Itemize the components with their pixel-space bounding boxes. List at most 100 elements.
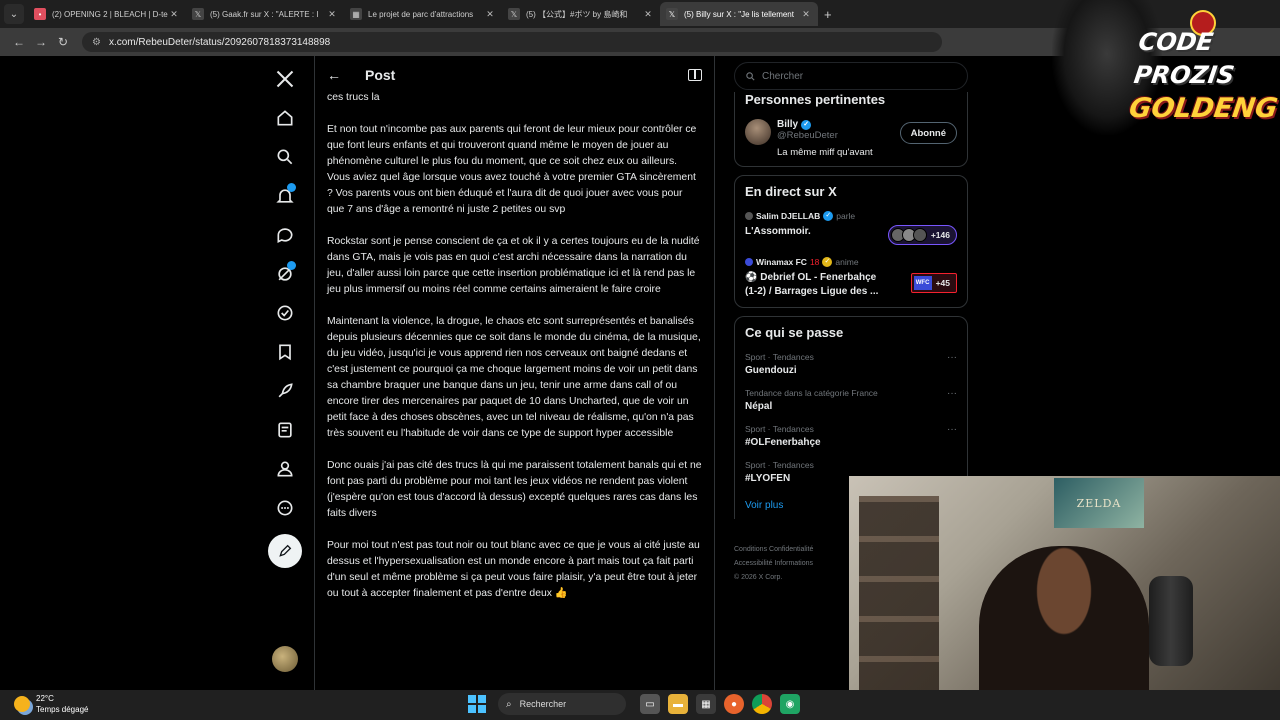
windows-start-icon[interactable] (468, 695, 486, 713)
relevant-person[interactable]: Billy ✓ @RebeuDeter La même miff qu'avant… (745, 119, 957, 158)
close-tab-icon[interactable]: ✕ (484, 9, 496, 20)
quill-icon (279, 544, 292, 557)
host-avatar (745, 212, 753, 220)
trend-category: Sport · Tendances (745, 460, 814, 470)
post-text: ces trucs la Et non tout n'incombe pas a… (315, 90, 714, 602)
chrome-icon[interactable] (752, 694, 772, 714)
promo-code-logo: CODE PROZIS GOLDENG (1127, 28, 1280, 124)
taskbar-apps: ⌕ Rechercher ▭ ▬ ▦ ● ◉ (468, 693, 804, 715)
wfc-logo: WFC (913, 276, 932, 290)
more-icon[interactable]: ··· (947, 352, 957, 363)
x-logo-icon: 𝕏 (192, 8, 204, 20)
file-explorer-icon[interactable]: ▬ (668, 694, 688, 714)
x-logo-icon: 𝕏 (666, 8, 678, 20)
close-tab-icon[interactable]: ✕ (326, 9, 338, 20)
speaker-icon: • (34, 8, 46, 20)
following-button[interactable]: Abonné (899, 122, 957, 144)
live-status: anime (835, 257, 859, 267)
tab-search-button[interactable]: ⌄ (4, 4, 24, 24)
trend-item[interactable]: Sport · Tendances Guendouzi ··· (745, 352, 957, 376)
profile-icon[interactable] (269, 453, 301, 485)
webcam-feed: ZELDA (849, 476, 1280, 720)
live-title: L'Assommoir. (745, 226, 811, 237)
weather-widget[interactable]: 22°C Temps dégagé (14, 693, 88, 715)
back-arrow-icon[interactable]: ← (8, 35, 30, 49)
live-panel: En direct sur X Salim DJELLAB ✓ parle L'A… (734, 175, 968, 308)
post-paragraph: Donc ouais j'ai pas cité des trucs là qu… (327, 460, 702, 519)
reload-icon[interactable]: ↻ (52, 35, 74, 49)
url-field[interactable]: ⚙ x.com/RebeuDeter/status/20926078183731… (82, 32, 942, 52)
search-placeholder: Chercher (762, 70, 804, 82)
store-icon[interactable]: ▦ (696, 694, 716, 714)
tab-title: (2) OPENING 2 | BLEACH | D-te (52, 9, 168, 19)
app-icon[interactable]: ◉ (780, 694, 800, 714)
person-handle: @RebeuDeter (777, 130, 838, 141)
browser-tab[interactable]: 𝕏 (5) 【公式】#ボツ by 島崎和 ✕ (502, 2, 660, 26)
more-icon[interactable]: ··· (947, 424, 957, 435)
avatar[interactable] (745, 119, 771, 145)
search-icon[interactable] (269, 141, 301, 173)
browser-tab-active[interactable]: 𝕏 (5) Billy sur X : "Je lis tellement ✕ (660, 2, 818, 26)
weather-sun-icon (14, 696, 30, 712)
search-input[interactable]: Chercher (734, 62, 968, 90)
grok-icon[interactable] (269, 258, 301, 290)
firefox-icon[interactable]: ● (724, 694, 744, 714)
trend-item[interactable]: Sport · Tendances #OLFenerbahçe ··· (745, 424, 957, 448)
browser-tab[interactable]: 𝕏 (5) Gaak.fr sur X : "ALERTE : I ✕ (186, 2, 344, 26)
post-paragraph: ces trucs la (327, 92, 380, 103)
person-bio: La même miff qu'avant (777, 147, 873, 158)
back-arrow-icon[interactable]: ← (327, 67, 351, 83)
listeners-pill[interactable]: WFC +45 (910, 273, 957, 293)
new-tab-icon[interactable]: + (824, 7, 832, 22)
account-avatar[interactable] (272, 646, 298, 672)
live-title: ⚽ Debrief OL - Fenerbahçe (1-2) / Barrag… (745, 272, 879, 297)
articles-icon[interactable] (269, 414, 301, 446)
compose-post-button[interactable] (268, 534, 302, 568)
weather-desc: Temps dégagé (36, 705, 89, 714)
reader-mode-icon[interactable] (688, 69, 702, 81)
browser-tab[interactable]: ▦ Le projet de parc d'attractions ✕ (344, 2, 502, 26)
site-info-icon[interactable]: ⚙ (92, 37, 101, 48)
live-host: Salim DJELLAB ✓ parle (745, 211, 957, 221)
tab-title: Le projet de parc d'attractions (368, 9, 474, 19)
weather-temp: 22°C (36, 694, 54, 703)
more-icon[interactable]: ··· (947, 388, 957, 399)
tab-title: (5) Billy sur X : "Je lis tellement (684, 9, 794, 19)
bookmark-icon[interactable] (269, 336, 301, 368)
verified-badge-icon: ✓ (801, 119, 812, 130)
microphone (1149, 576, 1193, 666)
post-paragraph: Et non tout n'incombe pas aux parents qu… (327, 124, 697, 215)
windows-taskbar: 22°C Temps dégagé ⌕ Rechercher ▭ ▬ ▦ ● ◉ (0, 690, 1280, 720)
taskbar-search[interactable]: ⌕ Rechercher (498, 693, 626, 715)
live-item[interactable]: Winamax FC 18 ✓ anime ⚽ Debrief OL - Fen… (745, 257, 957, 299)
home-icon[interactable] (269, 102, 301, 134)
trend-item[interactable]: Tendance dans la catégorie France Népal … (745, 388, 957, 412)
messages-icon[interactable] (269, 219, 301, 251)
close-tab-icon[interactable]: ✕ (168, 9, 180, 20)
x-logo-icon[interactable] (269, 63, 301, 95)
post-header: ← Post (315, 56, 714, 94)
x-logo-icon: 𝕏 (508, 8, 520, 20)
site-favicon-icon: ▦ (350, 8, 362, 20)
rocket-icon[interactable] (269, 375, 301, 407)
task-view-icon[interactable]: ▭ (640, 694, 660, 714)
panel-title: Personnes pertinentes (745, 92, 886, 107)
page-title: Post (365, 67, 396, 83)
browser-tab[interactable]: • (2) OPENING 2 | BLEACH | D-te ✕ (28, 2, 186, 26)
search-icon: ⌕ (506, 698, 512, 710)
notification-badge (287, 183, 296, 192)
premium-verified-icon[interactable] (269, 297, 301, 329)
person-info: Billy ✓ @RebeuDeter La même miff qu'avant (777, 119, 900, 158)
host-avatar (745, 258, 753, 266)
person-name[interactable]: Billy ✓ (777, 119, 900, 130)
notification-dot (287, 261, 296, 270)
listeners-pill[interactable]: +146 (887, 225, 957, 245)
panel-title: Ce qui se passe (745, 325, 844, 340)
notifications-bell-icon[interactable] (269, 180, 301, 212)
close-tab-icon[interactable]: ✕ (642, 9, 654, 20)
close-tab-icon[interactable]: ✕ (800, 9, 812, 20)
more-options-icon[interactable] (269, 492, 301, 524)
url-text: x.com/RebeuDeter/status/2092607818373148… (108, 36, 331, 48)
forward-arrow-icon[interactable]: → (30, 35, 52, 49)
live-item[interactable]: Salim DJELLAB ✓ parle L'Assommoir. +146 (745, 211, 957, 245)
